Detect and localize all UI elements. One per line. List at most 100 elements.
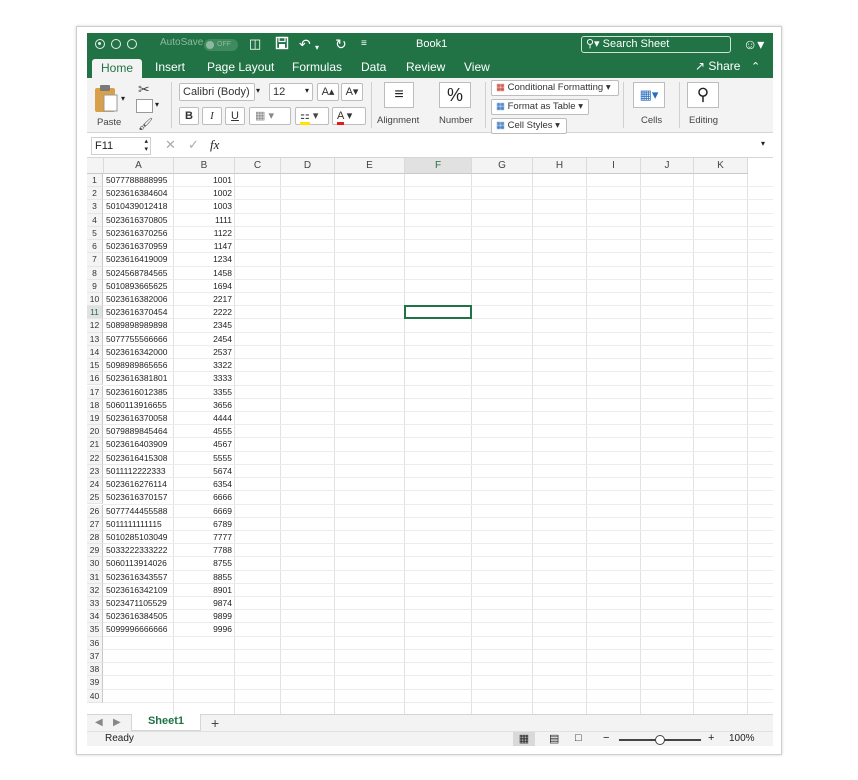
cell-a[interactable]: 5011111111115 <box>104 518 173 531</box>
cell-a[interactable]: 5023616381801 <box>104 372 173 385</box>
cell-b[interactable]: 9874 <box>174 597 234 610</box>
row-header[interactable]: 6 <box>87 240 103 254</box>
row-header[interactable]: 25 <box>87 491 103 505</box>
cell-b[interactable]: 6666 <box>174 491 234 504</box>
paste-dropdown-icon[interactable]: ▾ <box>121 94 125 103</box>
cell-b[interactable]: 6669 <box>174 505 234 518</box>
active-cell[interactable] <box>404 305 472 320</box>
tab-review[interactable]: Review <box>406 60 445 74</box>
paste-button[interactable]: ▾ Paste <box>91 82 129 130</box>
column-header-g[interactable]: G <box>472 158 533 174</box>
name-box-stepper-icon[interactable]: ▴ ▾ <box>144 138 148 154</box>
cell-a[interactable]: 5023616276114 <box>104 478 173 491</box>
search-sheet-input[interactable]: ⚲▾ Search Sheet <box>581 36 731 53</box>
row-header[interactable]: 38 <box>87 663 103 677</box>
cell-a[interactable]: 5023616415308 <box>104 452 173 465</box>
close-window-button[interactable] <box>95 39 105 49</box>
row-header[interactable]: 7 <box>87 253 103 267</box>
row-header[interactable]: 37 <box>87 649 103 664</box>
cell-a[interactable]: 5077788888995 <box>104 174 173 187</box>
collapse-ribbon-icon[interactable]: ⌃ <box>751 60 760 73</box>
cell-b[interactable]: 9899 <box>174 610 234 623</box>
cell-a[interactable]: 5010439012418 <box>104 200 173 213</box>
row-header[interactable]: 39 <box>87 676 103 690</box>
zoom-slider-thumb[interactable] <box>655 735 665 745</box>
row-header[interactable]: 28 <box>87 530 103 545</box>
bold-button[interactable]: B <box>179 107 199 125</box>
cell-a[interactable]: 5023616419009 <box>104 253 173 266</box>
sheet-tab-sheet1[interactable]: Sheet1 <box>131 714 201 731</box>
name-box[interactable]: F11 ▴ ▾ <box>91 137 151 155</box>
cell-b[interactable]: 1001 <box>174 174 234 187</box>
row-header[interactable]: 33 <box>87 597 103 611</box>
cell-b[interactable]: 2345 <box>174 319 234 332</box>
cell-a[interactable]: 5023616403909 <box>104 438 173 451</box>
cell-b[interactable]: 8755 <box>174 557 234 570</box>
cell-b[interactable]: 8855 <box>174 571 234 584</box>
cell-a[interactable]: 5023616370805 <box>104 214 173 227</box>
add-sheet-button[interactable]: + <box>211 715 219 731</box>
cell-a[interactable]: 5023616342000 <box>104 346 173 359</box>
cell-b[interactable]: 1147 <box>174 240 234 253</box>
row-header[interactable]: 13 <box>87 332 103 346</box>
normal-view-button[interactable]: ▦ <box>513 732 535 746</box>
cell-b[interactable]: 5674 <box>174 465 234 478</box>
row-header[interactable]: 10 <box>87 292 103 307</box>
cell-styles-button[interactable]: ▦ Cell Styles ▾ <box>491 118 567 134</box>
cell-a[interactable]: 5023616370058 <box>104 412 173 425</box>
cell-a[interactable]: 5077744455588 <box>104 505 173 518</box>
cell-a[interactable]: 5098989865656 <box>104 359 173 372</box>
font-color-button[interactable]: A ▾ <box>332 107 366 125</box>
cell-b[interactable]: 3322 <box>174 359 234 372</box>
page-break-view-icon[interactable]: □ <box>575 732 582 744</box>
increase-font-size-button[interactable]: A▴ <box>317 83 339 101</box>
row-header[interactable]: 3 <box>87 200 103 214</box>
cell-b[interactable]: 1111 <box>174 214 234 227</box>
cell-b[interactable]: 1234 <box>174 253 234 266</box>
cell-a[interactable]: 5011112222333 <box>104 465 173 478</box>
copy-dropdown-icon[interactable]: ▾ <box>155 100 159 109</box>
cell-a[interactable]: 5099996666666 <box>104 623 173 636</box>
column-header-e[interactable]: E <box>335 158 405 174</box>
cell-b[interactable]: 8901 <box>174 584 234 597</box>
format-as-table-button[interactable]: ▦ Format as Table ▾ <box>491 99 589 115</box>
cell-b[interactable]: 3355 <box>174 386 234 399</box>
cell-a[interactable]: 5010285103049 <box>104 531 173 544</box>
cell-b[interactable]: 2537 <box>174 346 234 359</box>
tab-insert[interactable]: Insert <box>155 60 185 74</box>
formula-input[interactable] <box>232 137 752 155</box>
row-header[interactable]: 23 <box>87 464 103 479</box>
conditional-formatting-button[interactable]: ▦ Conditional Formatting ▾ <box>491 80 619 96</box>
cell-a[interactable]: 5023471105529 <box>104 597 173 610</box>
row-header[interactable]: 5 <box>87 226 103 241</box>
row-header[interactable]: 32 <box>87 583 103 597</box>
cell-b[interactable] <box>174 650 234 663</box>
cell-b[interactable]: 7777 <box>174 531 234 544</box>
row-header[interactable]: 16 <box>87 372 103 386</box>
column-header-i[interactable]: I <box>587 158 641 174</box>
tab-data[interactable]: Data <box>361 60 386 74</box>
column-header-d[interactable]: D <box>281 158 335 174</box>
cell-b[interactable]: 4555 <box>174 425 234 438</box>
format-painter-icon[interactable]: 🖌 <box>138 117 153 131</box>
save-icon[interactable] <box>275 36 289 53</box>
cell-a[interactable]: 5089898989898 <box>104 319 173 332</box>
select-all-corner[interactable] <box>87 158 104 174</box>
column-header-a[interactable]: A <box>104 158 174 174</box>
cell-a[interactable]: 5077755566666 <box>104 333 173 346</box>
cell-a[interactable]: 5023616370157 <box>104 491 173 504</box>
row-header[interactable]: 31 <box>87 570 103 584</box>
previous-sheet-icon[interactable]: ◀ <box>95 717 103 728</box>
column-header-h[interactable]: H <box>533 158 587 174</box>
autosave-toggle[interactable]: OFF <box>204 39 238 51</box>
row-header[interactable]: 18 <box>87 398 103 412</box>
cell-a[interactable] <box>104 650 173 663</box>
row-header[interactable]: 40 <box>87 689 103 703</box>
cell-a[interactable]: 5023616382006 <box>104 293 173 306</box>
cell-b[interactable]: 2217 <box>174 293 234 306</box>
row-header[interactable]: 12 <box>87 319 103 333</box>
cell-a[interactable] <box>104 690 173 703</box>
cell-a[interactable]: 5060113916655 <box>104 399 173 412</box>
tab-formulas[interactable]: Formulas <box>292 60 342 74</box>
font-name-chevron-icon[interactable]: ▾ <box>256 86 260 95</box>
